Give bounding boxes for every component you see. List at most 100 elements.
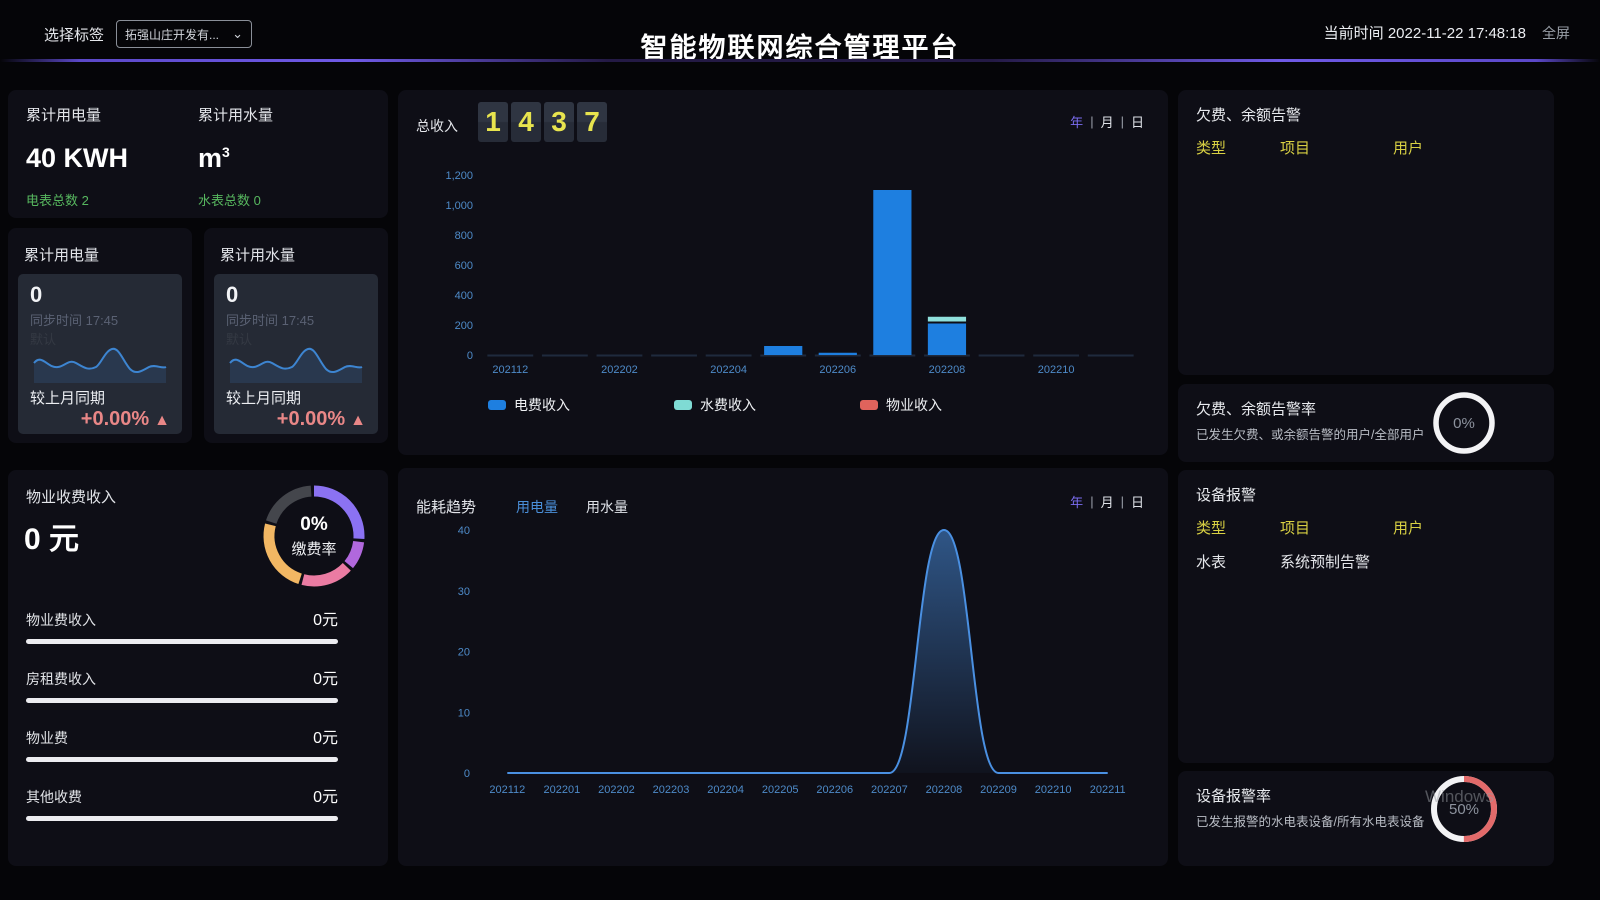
revenue-bar-chart: 02004006008001,0001,20020211220220220220… — [408, 160, 1156, 390]
svg-text:202204: 202204 — [707, 784, 744, 796]
revenue-digit: 1 — [478, 102, 508, 142]
period-tab[interactable]: 年 — [1070, 112, 1083, 131]
card-body: 0 同步时间 17:45 默认 较上月同期 +0.00%▲ — [214, 274, 378, 434]
income-item: 物业费收入 0元 — [26, 606, 338, 650]
period-tabs: 年|月|日 — [1070, 112, 1144, 131]
sync-time: 同步时间 17:45 — [30, 310, 170, 329]
income-item: 其他收费0元 — [26, 783, 338, 827]
svg-text:202208: 202208 — [926, 784, 963, 796]
column-header: 项目 — [1280, 137, 1393, 158]
cumulative-stats-panel: 累计用电量 40 KWH 电表总数 2 累计用水量 m3 水表总数 0 — [8, 90, 388, 218]
donut-center: 0% 缴费率 — [254, 476, 374, 596]
legend-label: 水费收入 — [700, 395, 756, 415]
payment-rate-label: 缴费率 — [291, 538, 336, 559]
income-item-row: 物业费0元 — [26, 724, 338, 748]
table-cell: 水表 — [1196, 551, 1280, 572]
panel-title: 物业收费收入 — [26, 486, 116, 507]
svg-text:202205: 202205 — [762, 784, 799, 796]
svg-text:202207: 202207 — [871, 784, 908, 796]
legend-label: 电费收入 — [514, 395, 570, 415]
card-value: 0 — [226, 282, 366, 308]
device-alarm-rate-gauge: 50% — [1428, 773, 1500, 845]
revenue-digit: 3 — [544, 102, 574, 142]
up-triangle-icon: ▲ — [154, 412, 170, 429]
property-income-panel: 物业收费收入 0 元 0% 缴费率 物业费收入0元房租费收入0元物业费0元其他收… — [8, 470, 388, 866]
panel-subtitle: 已发生报警的水电表设备/所有水电表设备 — [1196, 811, 1426, 830]
time-value: 2022-11-22 17:48:18 — [1388, 25, 1526, 42]
column-header: 项目 — [1280, 517, 1393, 538]
compare-pct: +0.00% — [277, 408, 345, 430]
table-header-row: 类型项目用户 — [1196, 510, 1540, 544]
device-alarm-panel: 设备报警 类型项目用户水表系统预制告警 — [1178, 470, 1554, 763]
legend-swatch — [860, 400, 878, 410]
svg-text:200: 200 — [455, 320, 473, 332]
income-progress-bar — [26, 816, 338, 821]
svg-text:202201: 202201 — [544, 784, 581, 796]
revenue-flip-counter: 1437 — [478, 102, 607, 142]
income-item-label: 物业费 — [26, 728, 68, 748]
time-label: 当前时间 — [1324, 25, 1384, 42]
table-header-row: 类型项目用户 — [1196, 130, 1540, 164]
electric-total-title: 累计用电量 — [26, 104, 128, 125]
electric-total-value: 40 KWH — [26, 143, 128, 174]
svg-text:400: 400 — [455, 290, 473, 302]
sync-time: 同步时间 17:45 — [226, 310, 366, 329]
table-row: 水表系统预制告警 — [1196, 544, 1540, 578]
svg-text:800: 800 — [455, 230, 473, 242]
compare-label: 较上月同期 — [30, 387, 170, 408]
compare-pct: +0.00% — [81, 408, 149, 430]
water-usage-card: 累计用水量 0 同步时间 17:45 默认 较上月同期 +0.00%▲ — [204, 228, 388, 443]
total-revenue-panel: 总收入 1437 年|月|日 02004006008001,0001,20020… — [398, 90, 1168, 455]
tab-separator: | — [1090, 494, 1093, 509]
period-tab[interactable]: 月 — [1101, 112, 1114, 131]
svg-text:202211: 202211 — [1090, 784, 1126, 796]
svg-text:30: 30 — [458, 586, 470, 598]
compare-label: 较上月同期 — [226, 387, 366, 408]
energy-trend-panel: 能耗趋势 用电量用水量 年|月|日 0102030402021122022012… — [398, 468, 1168, 866]
legend-item[interactable]: 水费收入 — [674, 395, 756, 415]
income-item-list: 物业费收入0元房租费收入0元物业费0元其他收费0元 — [26, 606, 338, 842]
dashboard: 选择标签 拓强山庄开发有... ⌄ 智能物联网综合管理平台 当前时间 2022-… — [0, 0, 1600, 900]
current-time: 当前时间 2022-11-22 17:48:18 — [1324, 22, 1526, 43]
legend-item[interactable]: 物业收入 — [860, 395, 942, 415]
arrears-alert-panel: 欠费、余额告警 类型项目用户 — [1178, 90, 1554, 375]
water-total-title: 累计用水量 — [198, 104, 273, 125]
card-title: 累计用水量 — [220, 244, 295, 265]
column-header: 类型 — [1196, 517, 1280, 538]
payment-rate-donut: 0% 缴费率 — [254, 476, 374, 596]
panel-title: 设备报警率 — [1196, 785, 1271, 806]
svg-text:10: 10 — [458, 707, 470, 719]
svg-text:202206: 202206 — [819, 364, 856, 376]
panel-title: 总收入 — [416, 116, 458, 136]
legend-swatch — [674, 400, 692, 410]
period-tab[interactable]: 日 — [1131, 112, 1144, 131]
panel-title: 欠费、余额告警 — [1196, 104, 1301, 125]
sparkline-chart — [226, 341, 366, 385]
income-item-label: 房租费收入 — [26, 669, 96, 689]
svg-text:202112: 202112 — [489, 784, 525, 796]
income-item-row: 物业费收入 0元 — [26, 606, 338, 630]
svg-text:1,200: 1,200 — [445, 170, 473, 182]
legend-item[interactable]: 电费收入 — [488, 395, 570, 415]
column-header: 用户 — [1393, 137, 1540, 158]
card-value: 0 — [30, 282, 170, 308]
compare-value: +0.00% ▲ — [30, 408, 170, 431]
card-title: 累计用电量 — [24, 244, 99, 265]
income-item-value: 0元 — [313, 606, 338, 630]
device-alarm-rate-panel: 设备报警率 已发生报警的水电表设备/所有水电表设备 50% — [1178, 771, 1554, 866]
column-header: 类型 — [1196, 137, 1280, 158]
income-item-value: 0元 — [313, 783, 338, 807]
legend-swatch — [488, 400, 506, 410]
fullscreen-button[interactable]: 全屏 — [1542, 23, 1570, 43]
electric-meter-count: 电表总数 2 — [26, 190, 128, 209]
arrears-alert-table: 类型项目用户 — [1196, 130, 1540, 164]
income-progress-bar — [26, 698, 338, 703]
card-body: 0 同步时间 17:45 默认 较上月同期 +0.00%▲ — [18, 274, 182, 434]
svg-text:202208: 202208 — [929, 364, 966, 376]
tab-separator: | — [1121, 114, 1124, 129]
svg-text:40: 40 — [458, 525, 470, 537]
income-item: 房租费收入0元 — [26, 665, 338, 709]
income-item-row: 房租费收入0元 — [26, 665, 338, 689]
income-item-label: 物业费收入 — [26, 610, 96, 630]
svg-text:202210: 202210 — [1035, 784, 1072, 796]
